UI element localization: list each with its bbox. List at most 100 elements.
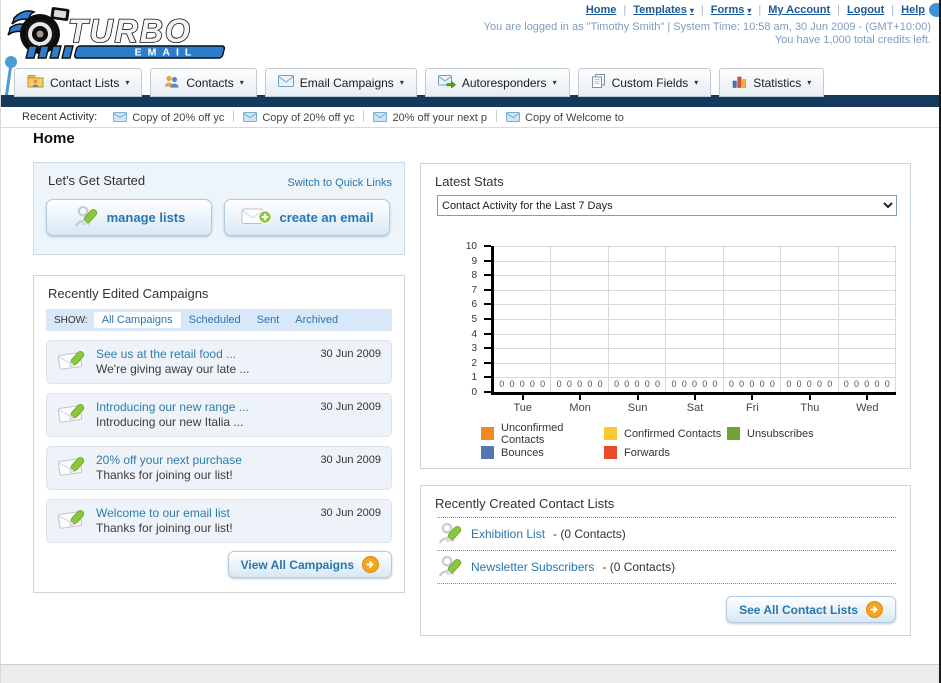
tab-custom-fields[interactable]: Custom Fields ▾ — [577, 68, 712, 97]
chart-plot-area: 00000000000000000000000000000000000 — [491, 246, 896, 395]
value-label: 0 — [712, 379, 718, 389]
view-all-campaigns-button[interactable]: View All Campaigns — [227, 551, 392, 578]
tab-statistics[interactable]: Statistics ▾ — [719, 68, 825, 97]
contact-list-item[interactable]: Newsletter Subscribers - (0 Contacts) — [437, 551, 896, 583]
value-label: 0 — [702, 379, 708, 389]
y-axis-tick-label: 4 — [471, 328, 477, 340]
value-label: 0 — [519, 379, 525, 389]
nav-link-my-account[interactable]: My Account — [768, 4, 830, 16]
campaign-title-link[interactable]: See us at the retail food ... — [96, 347, 249, 362]
filter-tab-all-campaigns[interactable]: All Campaigns — [93, 312, 181, 328]
legend-swatch — [727, 427, 740, 440]
legend-label: Forwards — [624, 446, 670, 459]
value-label: 0 — [739, 379, 745, 389]
manage-lists-button[interactable]: manage lists — [46, 199, 212, 236]
campaign-text: Introducing our new range ... Introducing… — [96, 400, 249, 430]
tab-email-campaigns[interactable]: Email Campaigns ▾ — [264, 68, 417, 97]
nav-link-logout[interactable]: Logout — [847, 4, 884, 16]
tab-contacts[interactable]: Contacts ▾ — [150, 68, 257, 97]
y-axis-tick-label: 8 — [471, 270, 477, 282]
value-label: 0 — [655, 379, 661, 389]
y-axis-tick — [484, 361, 491, 364]
campaign-row[interactable]: See us at the retail food ... We're givin… — [46, 340, 392, 384]
nav-separator: | — [891, 4, 895, 16]
custom-fields-pages-icon — [591, 74, 606, 91]
latest-stats-panel: Latest Stats Contact Activity for the La… — [420, 163, 911, 469]
activity-envelope-icon — [243, 111, 258, 125]
contact-lists-title: Recently Created Contact Lists — [435, 496, 615, 511]
turbo-email-logo: TURBO EMAIL — [7, 7, 226, 59]
nav-link-forms[interactable]: Forms ▾ — [711, 4, 752, 16]
create-an-email-button[interactable]: create an email — [224, 199, 390, 236]
campaign-title-link[interactable]: Introducing our new range ... — [96, 400, 249, 415]
caret-down-icon: ▾ — [239, 78, 244, 87]
campaign-date: 30 Jun 2009 — [320, 348, 381, 360]
activity-divider — [496, 109, 498, 122]
value-label: 0 — [728, 379, 734, 389]
recent-activity-item[interactable]: Copy of 20% off yc — [243, 111, 354, 125]
recent-activity-item[interactable]: 20% off your next p — [373, 111, 487, 125]
see-all-contact-lists-button[interactable]: See All Contact Lists — [726, 596, 896, 623]
recent-activity-item[interactable]: Copy of Welcome to — [506, 111, 624, 125]
recent-activity-bar: Recent Activity: Copy of 20% off yc Copy … — [0, 107, 941, 128]
nav-separator: | — [623, 4, 627, 16]
value-label: 0 — [644, 379, 650, 389]
chart-day-group-thu: 00000 — [781, 246, 839, 392]
x-axis-tick — [808, 395, 811, 400]
legend-item-bounces: Bounces — [481, 443, 604, 462]
y-axis-tick — [484, 376, 491, 379]
tab-contact-lists[interactable]: Contact Lists ▾ — [14, 68, 143, 97]
legend-swatch — [481, 427, 494, 440]
activity-divider — [233, 109, 235, 122]
contact-list-name-link[interactable]: Exhibition List — [471, 527, 545, 541]
recent-activity-item-label: Copy of Welcome to — [525, 112, 624, 124]
campaign-row[interactable]: Welcome to our email list Thanks for join… — [46, 499, 392, 543]
get-started-title: Let's Get Started — [48, 173, 146, 188]
tab-autoresponders[interactable]: Autoresponders ▾ — [424, 68, 570, 97]
y-axis-tick-label: 2 — [471, 357, 477, 369]
switch-to-quick-links-link[interactable]: Switch to Quick Links — [287, 177, 392, 189]
value-label: 0 — [556, 379, 562, 389]
recent-activity-item[interactable]: Copy of 20% off yc — [113, 111, 224, 125]
nav-link-templates[interactable]: Templates ▾ — [633, 4, 694, 16]
legend-item-forwards: Forwards — [604, 443, 727, 462]
contact-list-count: - (0 Contacts) — [602, 560, 676, 574]
envelope-pencil-icon — [57, 452, 88, 484]
nav-link-help[interactable]: Help — [901, 4, 925, 16]
y-axis-tick — [484, 288, 491, 291]
contact-list-name-link[interactable]: Newsletter Subscribers — [471, 560, 594, 574]
nav-link-home[interactable]: Home — [586, 4, 617, 16]
filter-tab-sent[interactable]: Sent — [249, 312, 288, 328]
x-axis-label-tue: Tue — [513, 402, 532, 414]
campaign-text: Welcome to our email list Thanks for join… — [96, 506, 233, 536]
tab-label: Contact Lists — [50, 75, 120, 90]
legend-label: Unsubscribes — [747, 427, 814, 440]
caret-down-icon: ▾ — [689, 5, 694, 15]
y-axis-tick-label: 9 — [471, 255, 477, 267]
value-label: 0 — [749, 379, 755, 389]
value-labels: 00000 — [781, 379, 837, 389]
value-label: 0 — [827, 379, 833, 389]
x-axis-label-wed: Wed — [856, 402, 879, 414]
value-labels: 00000 — [609, 379, 665, 389]
credits-info: You have 1,000 total credits left. — [774, 34, 931, 46]
filter-tab-archived[interactable]: Archived — [287, 312, 346, 328]
contact-list-item[interactable]: Exhibition List - (0 Contacts) — [437, 518, 896, 550]
autoresponder-envelope-icon — [437, 74, 456, 91]
campaign-title-link[interactable]: 20% off your next purchase — [96, 453, 242, 468]
campaign-date: 30 Jun 2009 — [320, 507, 381, 519]
chart-day-group-sat: 00000 — [666, 246, 724, 392]
campaign-subtitle: Thanks for joining our list! — [96, 521, 233, 535]
envelope-pencil-icon — [57, 346, 88, 378]
value-label: 0 — [786, 379, 792, 389]
filter-tab-scheduled[interactable]: Scheduled — [181, 312, 249, 328]
stats-period-select[interactable]: Contact Activity for the Last 7 Days — [437, 195, 897, 216]
campaign-title-link[interactable]: Welcome to our email list — [96, 506, 233, 521]
value-label: 0 — [691, 379, 697, 389]
value-label: 0 — [509, 379, 515, 389]
campaign-row[interactable]: 20% off your next purchase Thanks for joi… — [46, 446, 392, 490]
legend-item-confirmed-contacts: Confirmed Contacts — [604, 424, 727, 443]
x-axis-label-sun: Sun — [627, 402, 648, 414]
campaign-row[interactable]: Introducing our new range ... Introducing… — [46, 393, 392, 437]
dotted-divider — [437, 583, 896, 584]
